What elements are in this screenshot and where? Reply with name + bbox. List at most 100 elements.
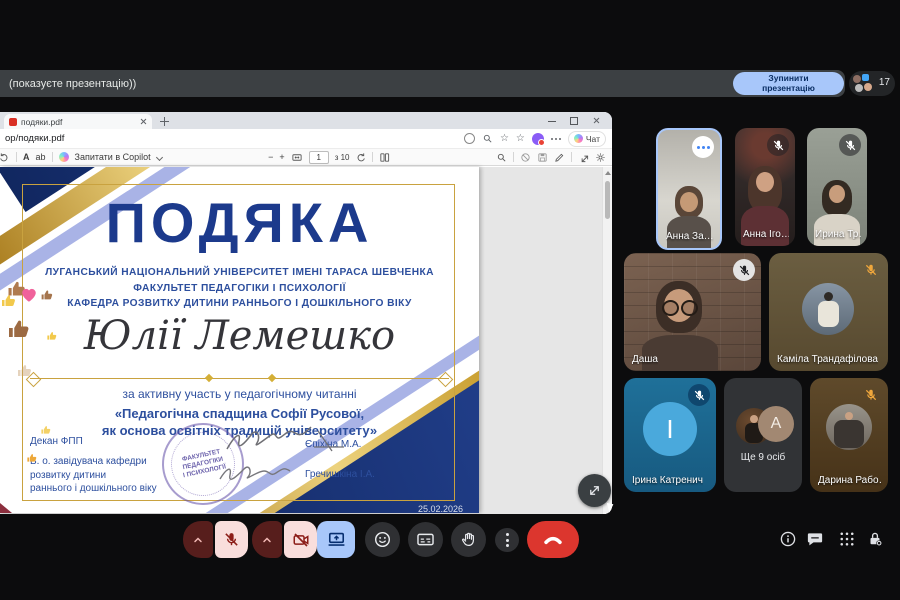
zoom-in-button[interactable]: + (279, 152, 284, 162)
leave-call-button[interactable] (527, 521, 579, 558)
more-options-button[interactable] (495, 528, 519, 552)
activities-button[interactable] (838, 530, 856, 548)
signer2-name: Гречишкіна І.А. (305, 469, 375, 480)
settings-gear-icon[interactable] (595, 152, 606, 163)
fit-width-icon[interactable] (291, 152, 303, 163)
raise-hand-icon (460, 531, 478, 549)
participant-tile[interactable]: Дарина Рабо… (810, 378, 888, 492)
erase-icon[interactable] (520, 152, 531, 163)
participant-tile[interactable]: Каміла Трандафілова (769, 253, 888, 371)
letter-avatar: І (643, 402, 697, 456)
avatar (855, 84, 863, 92)
rotate-icon[interactable] (0, 152, 10, 163)
participant-count-pill[interactable]: 17 (849, 71, 895, 96)
mouse-cursor (607, 501, 615, 512)
shared-screen-browser: подяки.pdf op/подяки.pdf ☆ ☆ Чат (0, 112, 612, 514)
window-minimize-icon[interactable] (548, 121, 556, 122)
url-text: op/подяки.pdf (5, 133, 64, 144)
participant-name: Ирина Тр… (815, 229, 861, 240)
reactions-button[interactable] (365, 522, 400, 557)
avatar (802, 283, 854, 335)
save-icon[interactable] (537, 152, 548, 163)
zoom-out-button[interactable]: − (268, 152, 273, 162)
presenting-banner: (показуєте презентацію)) (0, 70, 845, 97)
scrollbar[interactable] (602, 167, 612, 514)
captions-icon (416, 530, 435, 549)
mic-off-icon (839, 134, 861, 156)
thumbs-up-icon (0, 292, 16, 308)
info-icon (779, 530, 797, 548)
page-view-icon[interactable] (379, 152, 390, 163)
chat-label: Чат (586, 134, 600, 144)
rotate-page-icon[interactable] (355, 152, 366, 163)
window-close-icon[interactable] (593, 117, 600, 124)
thumbs-up-icon (40, 424, 51, 435)
read-aloud-icon[interactable]: A (23, 152, 30, 162)
mic-toggle-button[interactable] (215, 521, 248, 558)
avatar (826, 404, 872, 450)
raise-hand-button[interactable] (451, 522, 486, 557)
ask-copilot-button[interactable]: Запитати в Copilot (75, 152, 151, 162)
certificate-date: 25.02.2026 (418, 504, 463, 513)
avatar (864, 83, 872, 91)
host-controls-button[interactable] (866, 530, 884, 548)
avatar-letter: А (771, 415, 782, 433)
signer1-role: Декан ФПП (30, 436, 83, 447)
meeting-details-button[interactable] (779, 530, 797, 548)
browser-address-bar[interactable]: op/подяки.pdf ☆ ☆ Чат (0, 129, 612, 149)
smiley-icon (373, 530, 392, 549)
present-screen-button[interactable] (317, 521, 355, 558)
camera-options-button[interactable] (252, 521, 282, 558)
scroll-up-icon[interactable] (605, 171, 611, 175)
certificate-org: ЛУГАНСЬКИЙ НАЦІОНАЛЬНИЙ УНІВЕРСИТЕТ ІМЕН… (0, 265, 479, 312)
quote-line: «Педагогічна спадщина Софії Русової, (0, 405, 479, 422)
search-icon[interactable] (482, 133, 493, 144)
chat-icon (806, 530, 824, 548)
meet-window: (показуєте презентацію)) Зупинити презен… (0, 0, 900, 600)
participant-name: Даша (632, 354, 658, 365)
captions-button[interactable] (408, 522, 443, 557)
favorite-star-icon[interactable]: ☆ (500, 134, 509, 144)
expand-icon (587, 483, 602, 498)
more-people-label: Ще 9 осіб (724, 452, 802, 463)
participant-tile[interactable]: Анна За… (656, 128, 722, 250)
browser-tab[interactable]: подяки.pdf (4, 114, 152, 129)
overflow-tile[interactable]: А Ще 9 осіб (724, 378, 802, 492)
scrollbar-thumb[interactable] (605, 181, 610, 219)
page-number-input[interactable]: 1 (309, 151, 329, 164)
search-document-icon[interactable] (496, 152, 507, 163)
copilot-chat-button[interactable]: Чат (568, 131, 606, 147)
draw-icon[interactable] (554, 152, 565, 163)
tab-title: подяки.pdf (21, 117, 140, 127)
pdf-viewer: ПОДЯКА ЛУГАНСЬКИЙ НАЦІОНАЛЬНИЙ УНІВЕРСИТ… (0, 167, 612, 514)
more-menu-icon[interactable] (692, 136, 714, 158)
stop-presentation-button[interactable]: Зупинити презентацію (733, 72, 844, 95)
window-maximize-icon[interactable] (570, 117, 578, 125)
collections-star-icon[interactable]: ☆ (516, 134, 525, 144)
browser-menu-icon[interactable] (551, 138, 561, 140)
tab-close-icon[interactable] (140, 118, 147, 125)
text-tools-icon[interactable]: ab (36, 152, 46, 162)
fullscreen-icon[interactable] (578, 152, 589, 163)
mic-options-button[interactable] (183, 521, 213, 558)
camera-toggle-button[interactable] (284, 521, 317, 558)
certificate-page: ПОДЯКА ЛУГАНСЬКИЙ НАЦІОНАЛЬНИЙ УНІВЕРСИТ… (0, 167, 479, 513)
chevron-down-icon[interactable] (157, 154, 163, 160)
participant-tile[interactable]: І Ірина Катренич (624, 378, 716, 492)
chat-button[interactable] (806, 530, 824, 548)
presenting-banner-text: (показуєте презентацію)) (0, 78, 136, 90)
lock-icon (866, 530, 884, 548)
thumbs-up-icon (16, 362, 32, 378)
mic-off-icon (223, 531, 240, 548)
profile-avatar[interactable] (532, 133, 544, 145)
copilot-icon[interactable] (464, 133, 475, 144)
avatar (862, 74, 869, 81)
hangup-icon (542, 529, 564, 551)
participant-tile[interactable]: Анна Іго… (735, 128, 795, 246)
new-tab-icon[interactable] (160, 117, 169, 126)
participant-tile[interactable]: Даша (624, 253, 761, 371)
mic-off-icon (688, 384, 710, 406)
avatar (853, 75, 861, 83)
participant-tile[interactable]: Ирина Тр… (807, 128, 867, 246)
org-line: ЛУГАНСЬКИЙ НАЦІОНАЛЬНИЙ УНІВЕРСИТЕТ ІМЕН… (0, 265, 479, 281)
